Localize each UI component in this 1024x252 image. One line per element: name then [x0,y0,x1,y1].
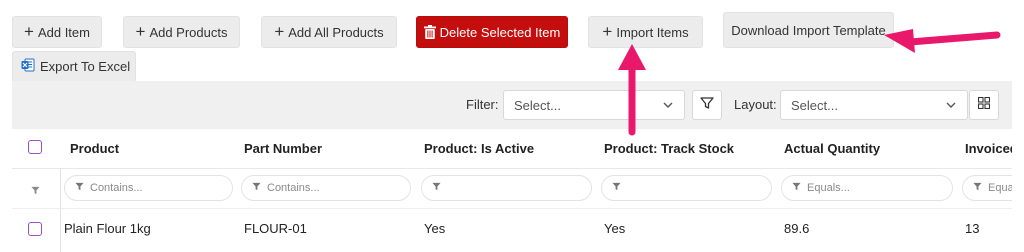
cell-product: Plain Flour 1kg [64,221,151,236]
add-all-products-label: Add All Products [288,24,384,40]
cell-is-active: Yes [424,221,446,236]
excel-icon [21,58,35,75]
add-products-label: Add Products [149,24,228,40]
plus-icon: + [135,22,146,41]
cell-invoiced: 13 [965,221,980,236]
column-header-product[interactable]: Product [70,141,119,156]
add-products-button[interactable]: + Add Products [123,16,240,48]
row-checkbox[interactable] [28,222,42,236]
grid-filter-row: Contains... Contains... Equals... Equa [12,169,1012,209]
cell-actual-quantity: 89.6 [784,221,810,236]
export-to-excel-button[interactable]: Export To Excel [12,51,136,81]
export-excel-label: Export To Excel [40,59,131,74]
filter-button[interactable] [692,90,722,120]
grid-header-row: Product Part Number Product: Is Active P… [12,129,1012,169]
part-number-filter-placeholder: Contains... [267,182,320,194]
filter-funnel-icon [432,182,441,194]
invoiced-filter-placeholder: Equa [988,182,1012,194]
layout-grid-button[interactable] [969,90,999,120]
part-number-filter-input[interactable]: Contains... [241,175,411,201]
track-stock-filter-input[interactable] [601,175,772,201]
table-row[interactable]: Plain Flour 1kg FLOUR-01 Yes Yes 89.6 13 [12,209,1012,249]
product-filter-placeholder: Contains... [90,182,143,194]
column-header-actual-quantity[interactable]: Actual Quantity [784,141,880,156]
layout-select[interactable]: Select... [780,90,968,120]
filter-label: Filter: [466,97,499,112]
add-all-products-button[interactable]: + Add All Products [261,16,397,48]
import-items-label: Import Items [616,24,689,40]
is-active-filter-input[interactable] [421,175,592,201]
plus-icon: + [24,22,34,41]
data-grid: Product Part Number Product: Is Active P… [12,129,1012,252]
invoiced-filter-input[interactable]: Equa [962,175,1012,201]
delete-selected-label: Delete Selected Item [439,24,561,40]
grid-toolbar: Filter: Select... Layout: Select... [12,81,1012,129]
filter-select[interactable]: Select... [503,90,685,120]
cell-track-stock: Yes [604,221,626,236]
chevron-down-icon [662,99,674,114]
trash-icon [423,25,436,39]
column-header-track-stock[interactable]: Product: Track Stock [604,141,734,156]
column-header-part-number[interactable]: Part Number [244,141,322,156]
actual-quantity-filter-input[interactable]: Equals... [781,175,953,201]
filter-funnel-icon [612,182,621,194]
cell-part-number: FLOUR-01 [244,221,307,236]
select-all-checkbox[interactable] [28,140,42,154]
plus-icon: + [274,22,285,41]
column-header-invoiced[interactable]: Invoiced [965,141,1012,156]
add-item-button[interactable]: + Add Item [12,16,102,48]
layout-label: Layout: [734,97,777,112]
download-import-template-button[interactable]: Download Import Template [723,12,894,48]
filter-funnel-icon [792,182,801,194]
filter-select-value: Select... [514,97,561,113]
grid-layout-icon [977,96,991,114]
product-filter-input[interactable]: Contains... [64,175,233,201]
row-filter-icon [31,182,40,200]
arrow-to-download-template [884,29,1001,53]
filter-funnel-icon [252,182,261,194]
chevron-down-icon [945,99,957,114]
layout-select-value: Select... [791,97,838,113]
column-header-is-active[interactable]: Product: Is Active [424,141,534,156]
import-items-button[interactable]: + Import Items [588,16,703,48]
download-template-label: Download Import Template [731,22,886,38]
filter-funnel-icon [973,182,982,194]
app-frame: + Add Item + Add Products + Add All Prod… [0,0,1024,252]
filter-funnel-icon [75,182,84,194]
add-item-label: Add Item [37,24,90,40]
funnel-icon [700,96,714,115]
delete-selected-item-button[interactable]: Delete Selected Item [416,16,568,48]
actual-quantity-filter-placeholder: Equals... [807,182,850,194]
plus-icon: + [602,22,613,41]
